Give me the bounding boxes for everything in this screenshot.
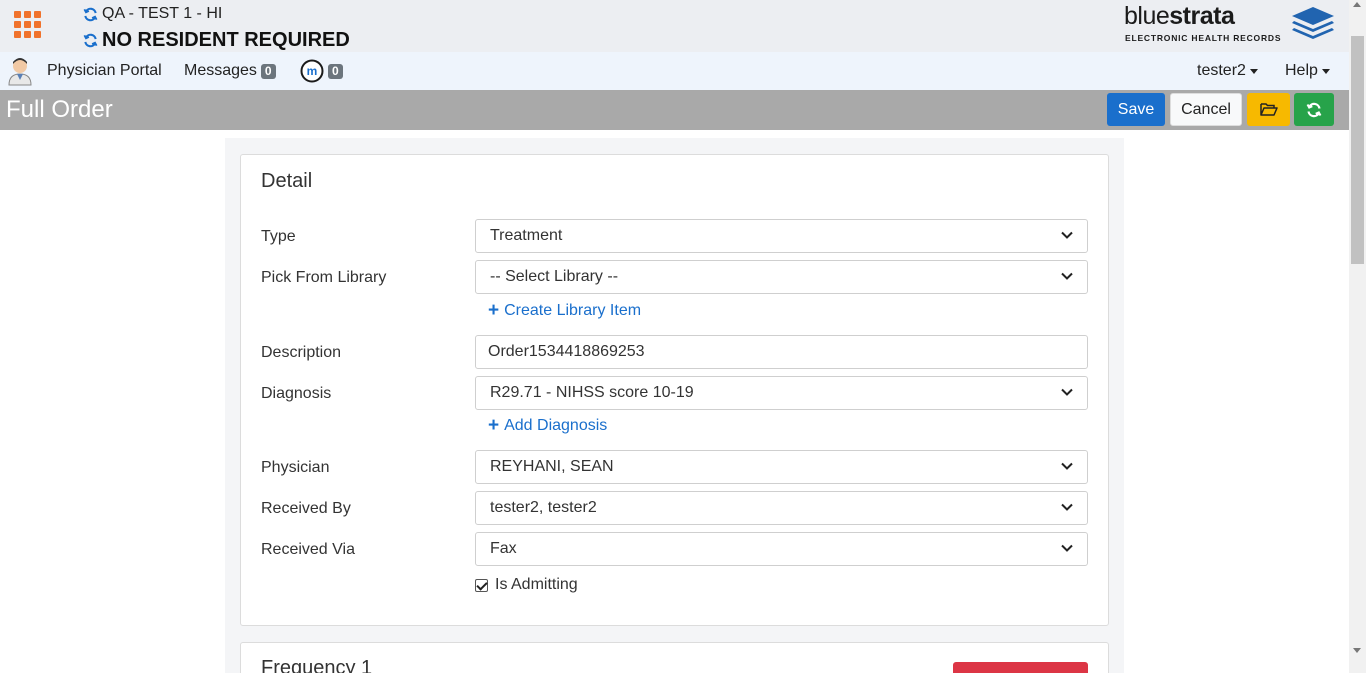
- physician-label: Physician: [261, 459, 330, 476]
- vertical-scrollbar[interactable]: [1349, 0, 1366, 673]
- diagnosis-select[interactable]: R29.71 - NIHSS score 10-19: [475, 376, 1088, 410]
- brand-bold: strata: [1169, 2, 1235, 30]
- refresh-icon: [1306, 102, 1322, 117]
- facility-selector[interactable]: QA - TEST 1 - HI: [83, 5, 222, 23]
- received-by-select[interactable]: tester2, tester2: [475, 491, 1088, 525]
- diagnosis-value: R29.71 - NIHSS score 10-19: [490, 384, 694, 401]
- top-header: QA - TEST 1 - HI NO RESIDENT REQUIRED bl…: [0, 0, 1349, 52]
- chevron-down-icon: [1061, 231, 1073, 239]
- refresh-button[interactable]: [1294, 93, 1334, 126]
- brand-subtitle: ELECTRONIC HEALTH RECORDS: [1125, 33, 1282, 43]
- scroll-down-arrow-icon[interactable]: [1353, 648, 1361, 653]
- detail-title: Detail: [261, 170, 313, 192]
- frequency-title: Frequency 1: [261, 657, 373, 673]
- title-bar: Full Order Save Cancel: [0, 90, 1349, 130]
- messages-count-badge: 0: [260, 63, 276, 79]
- is-admitting-row[interactable]: Is Admitting: [475, 576, 578, 594]
- description-label: Description: [261, 344, 342, 361]
- library-value: -- Select Library --: [490, 268, 619, 285]
- m-count-badge: 0: [328, 63, 343, 79]
- received-via-value: Fax: [490, 540, 517, 557]
- received-by-value: tester2, tester2: [490, 499, 597, 516]
- chevron-down-icon: [1061, 544, 1073, 552]
- open-folder-button[interactable]: [1247, 93, 1290, 126]
- cancel-button[interactable]: Cancel: [1170, 93, 1242, 126]
- user-menu[interactable]: tester2: [1197, 52, 1258, 90]
- messages-label: Messages: [184, 62, 257, 79]
- type-label: Type: [261, 228, 296, 245]
- user-label: tester2: [1197, 62, 1246, 79]
- doctor-avatar-icon: [8, 58, 32, 86]
- chevron-down-icon: [1061, 272, 1073, 280]
- folder-open-icon: [1259, 103, 1278, 116]
- svg-text:m: m: [307, 64, 318, 78]
- description-value: Order1534418869253: [488, 343, 645, 360]
- m-circle-icon: m: [300, 59, 324, 83]
- is-admitting-label: Is Admitting: [495, 576, 578, 593]
- received-via-label: Received Via: [261, 541, 355, 558]
- create-library-item-link[interactable]: + Create Library Item: [488, 300, 642, 321]
- nav-bar: Physician Portal Messages 0 m 0 tester2 …: [0, 52, 1349, 90]
- messages-link[interactable]: Messages 0: [184, 52, 276, 90]
- resident-name: NO RESIDENT REQUIRED: [102, 29, 350, 51]
- save-button[interactable]: Save: [1107, 93, 1165, 126]
- diagnosis-label: Diagnosis: [261, 385, 332, 402]
- page-title: Full Order: [6, 96, 113, 123]
- library-select[interactable]: -- Select Library --: [475, 260, 1088, 294]
- chevron-down-icon: [1061, 462, 1073, 470]
- frequency-card: Frequency 1: [240, 642, 1109, 673]
- caret-down-icon: [1321, 68, 1330, 74]
- help-label: Help: [1285, 62, 1318, 79]
- physician-select[interactable]: REYHANI, SEAN: [475, 450, 1088, 484]
- help-menu[interactable]: Help: [1285, 52, 1330, 90]
- apps-grid-icon[interactable]: [14, 11, 41, 38]
- caret-down-icon: [1249, 68, 1258, 74]
- type-select[interactable]: Treatment: [475, 219, 1088, 253]
- plus-icon: +: [488, 300, 500, 321]
- stack-logo-icon: [1292, 7, 1334, 39]
- received-by-label: Received By: [261, 500, 351, 517]
- physician-avatar: [6, 52, 34, 90]
- library-label: Pick From Library: [261, 269, 387, 286]
- received-via-select[interactable]: Fax: [475, 532, 1088, 566]
- physician-value: REYHANI, SEAN: [490, 458, 614, 475]
- m-link[interactable]: m 0: [300, 52, 343, 90]
- add-diagnosis-link[interactable]: + Add Diagnosis: [488, 415, 608, 436]
- add-diagnosis-label: Add Diagnosis: [504, 417, 608, 434]
- is-admitting-checkbox[interactable]: [475, 578, 488, 592]
- refresh-icon: [83, 33, 98, 48]
- scrollbar-thumb[interactable]: [1351, 36, 1364, 264]
- physician-portal-link[interactable]: Physician Portal: [47, 52, 162, 90]
- description-input[interactable]: Order1534418869253: [475, 335, 1088, 369]
- plus-icon: +: [488, 415, 500, 436]
- brand-logo: bluestrata ELECTRONIC HEALTH RECORDS: [1124, 2, 1336, 45]
- delete-frequency-button[interactable]: [953, 662, 1088, 673]
- scroll-up-arrow-icon[interactable]: [1353, 2, 1361, 7]
- facility-name: QA - TEST 1 - HI: [102, 5, 223, 22]
- create-library-item-label: Create Library Item: [504, 302, 642, 319]
- resident-selector[interactable]: NO RESIDENT REQUIRED: [83, 29, 350, 52]
- refresh-icon: [83, 7, 98, 21]
- chevron-down-icon: [1061, 388, 1073, 396]
- chevron-down-icon: [1061, 503, 1073, 511]
- brand-light: blue: [1124, 2, 1170, 30]
- type-value: Treatment: [490, 227, 563, 244]
